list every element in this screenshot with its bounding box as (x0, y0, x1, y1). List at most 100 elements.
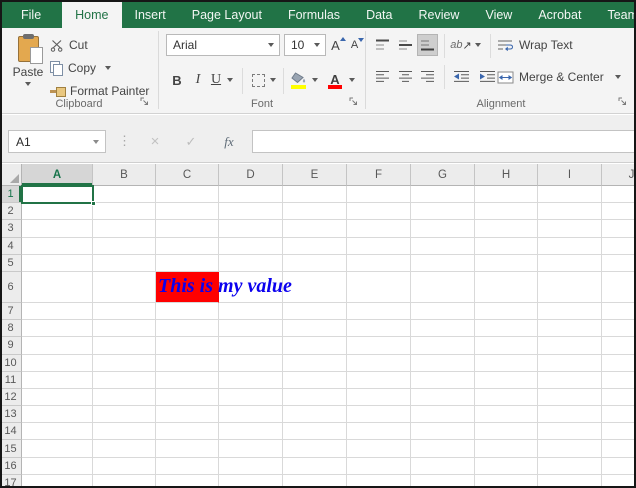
cell-G4[interactable] (411, 238, 475, 255)
cell-G16[interactable] (411, 458, 475, 475)
cell-I7[interactable] (538, 303, 602, 320)
cell-G10[interactable] (411, 355, 475, 372)
cell-A13[interactable] (22, 406, 93, 423)
column-header-J[interactable]: J (602, 164, 636, 186)
row-header-13[interactable]: 13 (0, 406, 22, 423)
cell-B10[interactable] (93, 355, 156, 372)
cell-I3[interactable] (538, 220, 602, 237)
cell-F14[interactable] (347, 423, 411, 440)
cell-H17[interactable] (475, 475, 538, 488)
cell-B15[interactable] (93, 440, 156, 457)
cell-A2[interactable] (22, 203, 93, 220)
row-header-5[interactable]: 5 (0, 255, 22, 272)
cell-J16[interactable] (602, 458, 636, 475)
cell-H13[interactable] (475, 406, 538, 423)
align-right-button[interactable] (417, 65, 438, 87)
borders-button[interactable] (249, 68, 267, 92)
cell-I16[interactable] (538, 458, 602, 475)
alignment-dialog-launcher[interactable] (618, 97, 630, 109)
font-size-combobox[interactable]: 10 (284, 34, 326, 56)
cell-J5[interactable] (602, 255, 636, 272)
fill-handle[interactable] (91, 201, 96, 206)
cell-J12[interactable] (602, 389, 636, 406)
cell-H10[interactable] (475, 355, 538, 372)
cell-B17[interactable] (93, 475, 156, 488)
cell-H12[interactable] (475, 389, 538, 406)
tab-review[interactable]: Review (405, 2, 472, 28)
column-header-A[interactable]: A (22, 164, 93, 186)
cell-E8[interactable] (283, 320, 347, 337)
paste-button[interactable]: Paste (8, 34, 48, 100)
cell-E9[interactable] (283, 337, 347, 354)
align-left-button[interactable] (372, 65, 393, 87)
cell-J13[interactable] (602, 406, 636, 423)
borders-dropdown[interactable] (267, 68, 279, 92)
cell-A11[interactable] (22, 372, 93, 389)
fill-color-dropdown[interactable] (309, 68, 321, 92)
enter-button[interactable]: ✓ (176, 130, 206, 153)
cell-E3[interactable] (283, 220, 347, 237)
cell-C13[interactable] (156, 406, 219, 423)
name-box-dropdown-icon[interactable] (93, 140, 99, 144)
cell-F12[interactable] (347, 389, 411, 406)
underline-button[interactable]: U (208, 68, 224, 92)
cell-I6[interactable] (538, 272, 602, 303)
cell-C14[interactable] (156, 423, 219, 440)
merge-center-dropdown-icon[interactable] (615, 75, 621, 79)
cell-I8[interactable] (538, 320, 602, 337)
cell-G17[interactable] (411, 475, 475, 488)
cell-J6[interactable] (602, 272, 636, 303)
cell-H16[interactable] (475, 458, 538, 475)
column-header-C[interactable]: C (156, 164, 219, 186)
decrease-indent-button[interactable] (450, 65, 473, 87)
clipboard-dialog-launcher[interactable] (140, 97, 152, 109)
cell-J9[interactable] (602, 337, 636, 354)
cell-A4[interactable] (22, 238, 93, 255)
cell-I17[interactable] (538, 475, 602, 488)
cell-F5[interactable] (347, 255, 411, 272)
tab-insert[interactable]: Insert (122, 2, 179, 28)
cell-F1[interactable] (347, 186, 411, 203)
row-header-6[interactable]: 6 (0, 272, 22, 303)
tab-formulas[interactable]: Formulas (275, 2, 353, 28)
cell-B9[interactable] (93, 337, 156, 354)
cell-C9[interactable] (156, 337, 219, 354)
paste-dropdown-icon[interactable] (25, 82, 31, 86)
cell-F4[interactable] (347, 238, 411, 255)
cell-E12[interactable] (283, 389, 347, 406)
cell-D17[interactable] (219, 475, 283, 488)
cell-I1[interactable] (538, 186, 602, 203)
tab-file[interactable]: File (0, 2, 62, 28)
cell-E10[interactable] (283, 355, 347, 372)
fill-color-button[interactable] (288, 68, 308, 92)
cell-B11[interactable] (93, 372, 156, 389)
column-header-D[interactable]: D (219, 164, 283, 186)
cell-D11[interactable] (219, 372, 283, 389)
tab-team[interactable]: Team (594, 2, 636, 28)
cell-E16[interactable] (283, 458, 347, 475)
cell-B12[interactable] (93, 389, 156, 406)
cell-J7[interactable] (602, 303, 636, 320)
cell-E15[interactable] (283, 440, 347, 457)
font-color-dropdown[interactable] (346, 68, 358, 92)
cell-B2[interactable] (93, 203, 156, 220)
cell-G9[interactable] (411, 337, 475, 354)
cell-J15[interactable] (602, 440, 636, 457)
cell-G6[interactable] (411, 272, 475, 303)
column-header-F[interactable]: F (347, 164, 411, 186)
bottom-align-button[interactable] (417, 34, 438, 56)
cell-E4[interactable] (283, 238, 347, 255)
copy-button[interactable]: Copy (50, 59, 111, 77)
cell-F15[interactable] (347, 440, 411, 457)
cell-C3[interactable] (156, 220, 219, 237)
cut-button[interactable]: Cut (50, 36, 88, 54)
cell-J14[interactable] (602, 423, 636, 440)
name-box[interactable]: A1 (8, 130, 106, 153)
cell-H7[interactable] (475, 303, 538, 320)
cell-C10[interactable] (156, 355, 219, 372)
cell-I10[interactable] (538, 355, 602, 372)
tab-home[interactable]: Home (62, 2, 121, 28)
selected-cell-outline[interactable] (21, 185, 94, 204)
cell-A16[interactable] (22, 458, 93, 475)
cell-C2[interactable] (156, 203, 219, 220)
